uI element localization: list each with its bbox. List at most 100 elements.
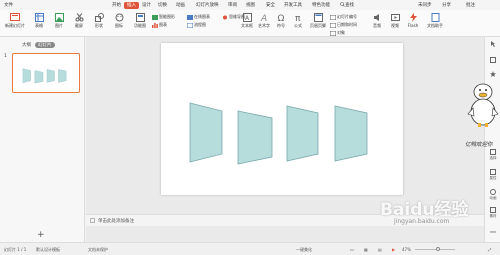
shape-button[interactable]: 形状 [90, 13, 108, 29]
menu-bar: 文件 开始 插入 设计 切换 动画 幻灯片放映 审阅 视图 安全 开发工具 特色… [0, 0, 500, 10]
smartart-button[interactable]: 智能图形 [152, 14, 175, 20]
flowchart-icon [187, 22, 193, 28]
menu-transitions[interactable]: 切换 [158, 2, 167, 8]
add-slide-button[interactable]: + [37, 230, 45, 240]
task-props[interactable]: 属性 [486, 169, 500, 181]
picture-icon [54, 13, 64, 22]
doc-helper-button[interactable]: 文档助手 [424, 13, 446, 29]
mindmap-icon [223, 15, 227, 19]
flowchart-button[interactable]: 流程图 [187, 22, 206, 28]
tab-slides[interactable]: 幻灯片 [35, 42, 55, 48]
textbox-button[interactable]: A 文本框 [238, 13, 256, 29]
view-reading-icon[interactable]: ▤ [378, 247, 382, 252]
datetime-button[interactable]: 日期和时间 [330, 22, 357, 28]
view-normal-icon[interactable]: ▭ [350, 247, 354, 252]
property-icon [490, 57, 496, 63]
task-anim[interactable]: 动画 [486, 189, 500, 201]
slide-thumbnail[interactable] [12, 53, 80, 93]
task-select[interactable] [486, 41, 500, 48]
svg-text:A: A [245, 15, 250, 22]
menu-design[interactable]: 设计 [142, 2, 151, 8]
notes-icon [90, 218, 95, 223]
trapezoid-shape-1[interactable] [189, 102, 223, 163]
sync-status[interactable]: 未同步 [418, 2, 432, 8]
notes-placeholder: 单击此处添加备注 [98, 219, 134, 224]
theme-name: 默认设计模板 [36, 247, 60, 252]
task-property[interactable] [486, 57, 500, 64]
video-button[interactable]: 视频 [386, 13, 404, 29]
symbol-button[interactable]: Ω 符号 [272, 13, 290, 29]
beautify-button[interactable]: 一键美化 [296, 247, 312, 253]
audio-button[interactable]: 音频 [368, 13, 386, 29]
more-icon [490, 231, 496, 233]
menu-search[interactable]: 查找 [340, 2, 354, 8]
zoom-slider[interactable] [415, 249, 455, 250]
task-more[interactable] [486, 229, 500, 236]
view-sorter-icon[interactable]: ▦ [364, 247, 368, 252]
slide-number-button[interactable]: 幻灯片编号 [330, 14, 357, 20]
menu-animation[interactable]: 动画 [176, 2, 185, 8]
menu-slideshow[interactable]: 幻灯片放映 [196, 2, 219, 8]
svg-text:A: A [260, 14, 267, 22]
function-chart-icon [135, 13, 145, 22]
cursor-icon [491, 41, 495, 47]
wordart-icon: A [260, 14, 267, 22]
thumbnail-preview [22, 68, 67, 84]
tab-outline[interactable]: 大纲 [22, 42, 31, 48]
menu-home[interactable]: 开始 [112, 2, 121, 8]
trapezoid-shape-2[interactable] [237, 110, 273, 165]
video-icon [390, 14, 400, 21]
menu-view[interactable]: 视图 [246, 2, 255, 8]
screenshot-button[interactable]: 截屏 [70, 13, 88, 29]
menu-features[interactable]: 特色功能 [312, 2, 330, 8]
function-chart-button[interactable]: 功能图 [130, 13, 150, 29]
doc-helper-icon [431, 13, 439, 22]
header-footer-icon [313, 13, 323, 22]
menu-security[interactable]: 安全 [266, 2, 275, 8]
table-icon [34, 13, 44, 22]
zoom-level[interactable]: 47% [402, 247, 411, 252]
material-icon [490, 149, 496, 155]
menu-file[interactable]: 文件 [4, 2, 13, 8]
flash-button[interactable]: Flash [404, 13, 422, 28]
slide-number-icon [330, 14, 336, 20]
header-footer-button[interactable]: 页眉页脚 [308, 13, 328, 29]
menu-developer[interactable]: 开发工具 [284, 2, 302, 8]
props-icon [490, 169, 496, 175]
task-material[interactable]: 选择 [486, 149, 500, 161]
scissors-icon [75, 13, 83, 22]
menu-insert[interactable]: 插入 [124, 1, 139, 9]
textbox-icon: A [242, 13, 252, 22]
trapezoid-shape-4[interactable] [334, 105, 368, 162]
assets-icon [490, 207, 496, 213]
svg-text:π: π [295, 14, 301, 22]
duck-caption: 亿鸭欢迎你 [465, 142, 493, 148]
smartart-icon [152, 14, 158, 20]
duck-mascot-image [467, 83, 499, 127]
slide-panel: 大纲 幻灯片 1 + [0, 37, 85, 242]
speaker-icon [373, 14, 379, 21]
slide[interactable] [161, 43, 403, 195]
doc-protect-status[interactable]: 文档未保护 [88, 247, 108, 253]
new-slide-button[interactable]: 新建幻灯片 [2, 13, 28, 29]
wordart-button[interactable]: A 艺术字 [255, 13, 273, 29]
menu-review[interactable]: 审阅 [228, 2, 237, 8]
calendar-icon [330, 22, 336, 28]
chart-button[interactable]: 图表 [152, 22, 167, 28]
table-button[interactable]: 表格 [30, 13, 48, 29]
play-slideshow-icon[interactable]: ▶ [392, 247, 395, 252]
pi-icon: π [295, 14, 301, 22]
picture-button[interactable]: 图片 [50, 13, 68, 29]
fit-window-icon[interactable]: ⤢ [488, 247, 491, 252]
omega-icon: Ω [277, 14, 284, 22]
new-slide-icon [10, 13, 20, 21]
comment-button[interactable]: 批注 [466, 2, 475, 8]
task-assets[interactable]: 素材 [486, 207, 500, 219]
online-chart-button[interactable]: 在线图表 [187, 14, 210, 20]
share-button[interactable]: 分享 [442, 2, 451, 8]
icon-button[interactable]: 图标 [110, 13, 128, 29]
object-button[interactable]: 对象 [330, 30, 345, 36]
trapezoid-shape-3[interactable] [286, 105, 319, 162]
formula-button[interactable]: π 公式 [289, 13, 307, 29]
zoom-slider-knob[interactable] [436, 247, 440, 251]
